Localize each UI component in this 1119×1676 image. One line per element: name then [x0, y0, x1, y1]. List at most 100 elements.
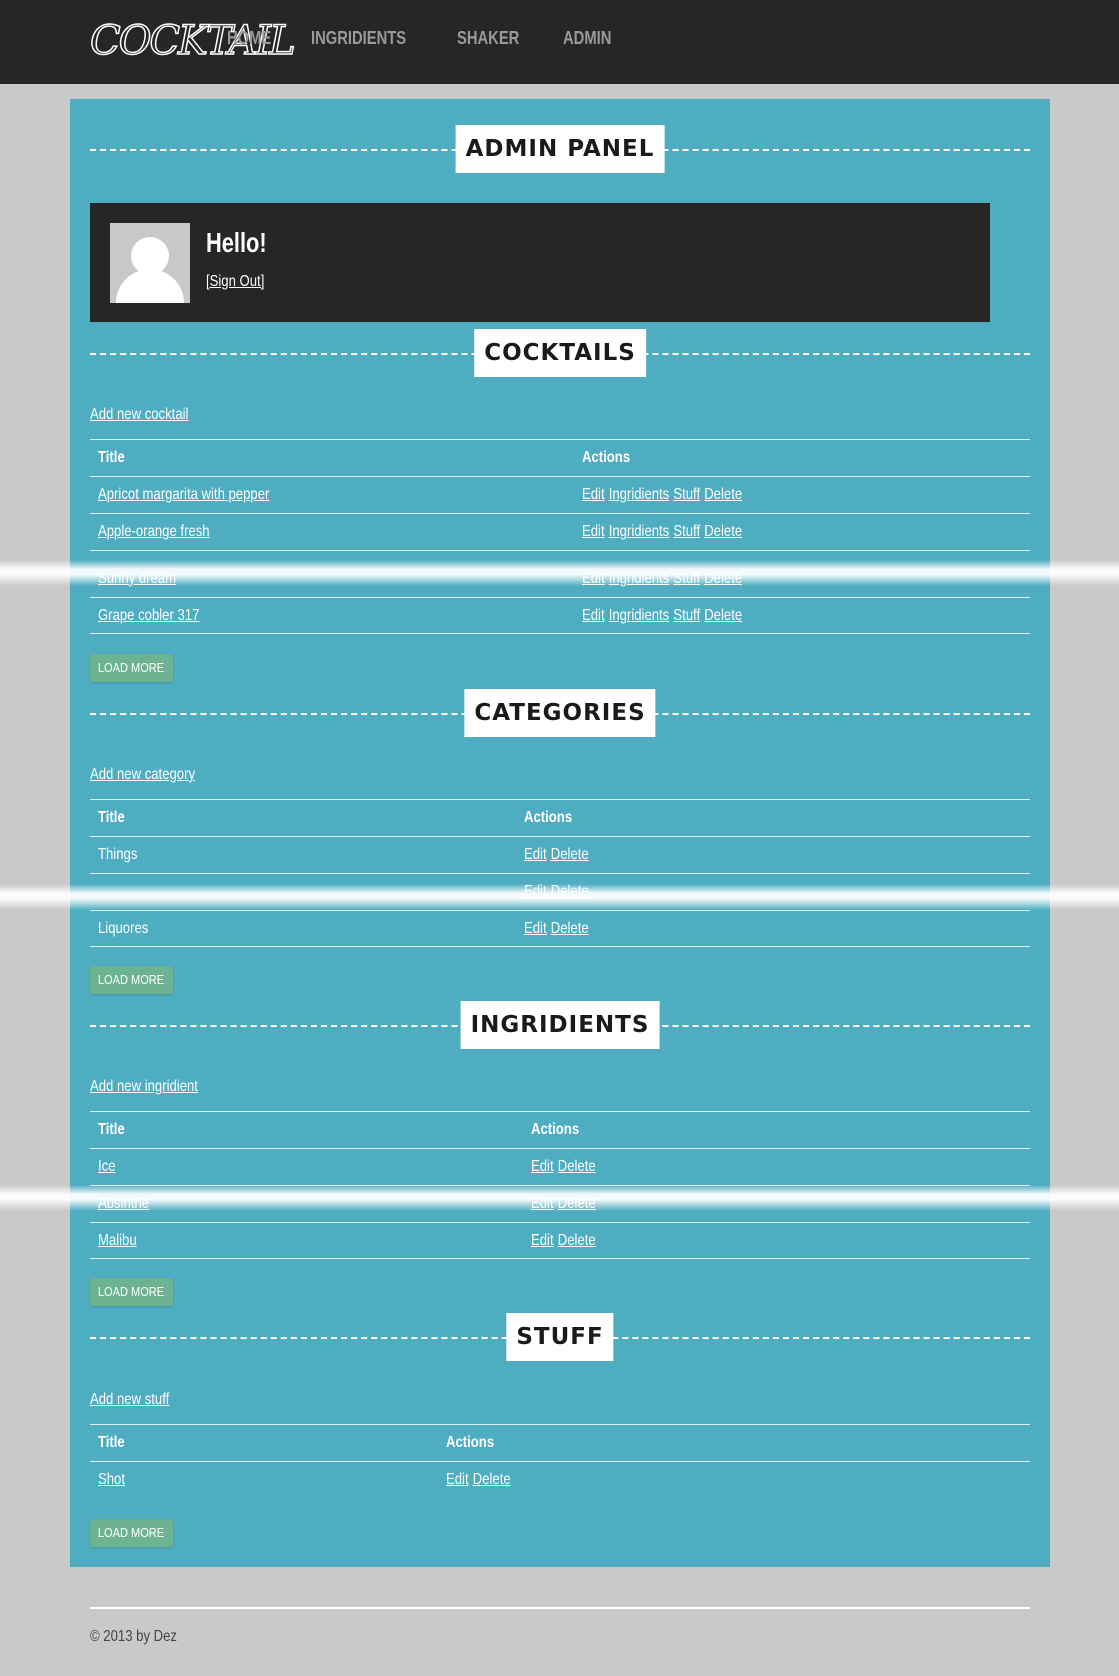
row-actions: Edit Ingridients Stuff Delete — [582, 477, 746, 513]
row-actions: Edit Delete — [524, 874, 593, 910]
table-header-row: Title Actions — [90, 1424, 1030, 1461]
edit-link[interactable]: Edit — [524, 883, 547, 900]
categories-table: Title Actions Things Edit Delete Edit Dele… — [90, 799, 1030, 947]
column-header-actions: Actions — [531, 1121, 580, 1138]
sign-out-link[interactable]: [Sign Out] — [206, 273, 264, 291]
cocktail-title-link[interactable]: Grape cobler 317 — [98, 598, 199, 634]
column-header-actions: Actions — [446, 1434, 495, 1451]
edit-link[interactable]: Edit — [446, 1471, 469, 1488]
delete-link[interactable]: Delete — [473, 1471, 511, 1488]
table-row: Edit Delete — [90, 873, 1030, 910]
edit-link[interactable]: Edit — [531, 1158, 554, 1175]
row-actions: Edit Ingridients Stuff Delete — [582, 514, 746, 550]
avatar-body-shape — [116, 269, 184, 303]
row-actions: Edit Delete — [531, 1149, 600, 1185]
delete-link[interactable]: Delete — [558, 1158, 596, 1175]
avatar — [110, 223, 190, 303]
section-heading-categories: CATEGORIES — [90, 689, 1030, 737]
edit-link[interactable]: Edit — [524, 846, 547, 863]
nav-link-shaker[interactable]: SHAKER — [457, 22, 519, 54]
stuff-table: Title Actions Shot Edit Delete — [90, 1424, 1030, 1498]
user-greeting-box: Hello! [Sign Out] — [90, 203, 990, 322]
delete-link[interactable]: Delete — [704, 486, 742, 503]
section-title: ADMIN PANEL — [455, 125, 665, 173]
delete-link[interactable]: Delete — [704, 607, 742, 624]
edit-link[interactable]: Edit — [531, 1232, 554, 1249]
admin-panel: ADMIN PANEL Hello! [Sign Out] COCKTAILS … — [70, 99, 1050, 1567]
footer-copyright: © 2013 by Dez — [90, 1628, 177, 1645]
edit-link[interactable]: Edit — [582, 607, 605, 624]
row-actions: Edit Ingridients Stuff Delete — [582, 561, 746, 597]
row-actions: Edit Delete — [531, 1223, 600, 1259]
delete-link[interactable]: Delete — [704, 570, 742, 587]
stuff-link[interactable]: Stuff — [673, 607, 700, 624]
column-header-title: Title — [98, 809, 125, 826]
add-stuff-link[interactable]: Add new stuff — [90, 1391, 169, 1409]
delete-link[interactable]: Delete — [558, 1232, 596, 1249]
section-title: STUFF — [506, 1313, 614, 1361]
load-more-cocktails-button[interactable]: LOAD MORE — [90, 654, 173, 682]
delete-link[interactable]: Delete — [704, 523, 742, 540]
stuff-link[interactable]: Stuff — [673, 570, 700, 587]
stuff-link[interactable]: Stuff — [673, 523, 700, 540]
section-heading-stuff: STUFF — [90, 1313, 1030, 1361]
nav-link-admin[interactable]: ADMIN — [563, 22, 611, 54]
ingridient-title-link[interactable]: Malibu — [98, 1223, 137, 1259]
top-navbar: COCKTAIL HOME INGRIDIENTS SHAKER ADMIN — [0, 0, 1119, 84]
ingridients-link[interactable]: Ingridients — [609, 486, 670, 503]
cocktail-title-link[interactable]: Apple-orange fresh — [98, 514, 210, 550]
delete-link[interactable]: Delete — [558, 1195, 596, 1212]
ingridients-table: Title Actions Ice Edit Delete Absinthe Ed… — [90, 1111, 1030, 1259]
button-label: LOAD MORE — [98, 972, 165, 987]
edit-link[interactable]: Edit — [582, 570, 605, 587]
delete-link[interactable]: Delete — [551, 920, 589, 937]
button-label: LOAD MORE — [98, 1525, 165, 1540]
delete-link[interactable]: Delete — [551, 846, 589, 863]
load-more-categories-button[interactable]: LOAD MORE — [90, 966, 173, 994]
column-header-title: Title — [98, 449, 125, 466]
row-actions: Edit Delete — [446, 1462, 515, 1498]
nav-link-home[interactable]: HOME — [227, 22, 271, 54]
table-row: Things Edit Delete — [90, 836, 1030, 873]
greeting-title: Hello! — [206, 227, 267, 258]
button-label: LOAD MORE — [98, 1284, 165, 1299]
ingridient-title-link[interactable]: Ice — [98, 1149, 116, 1185]
add-ingridient-link[interactable]: Add new ingridient — [90, 1078, 198, 1096]
button-label: LOAD MORE — [98, 660, 165, 675]
table-row: Grape cobler 317 Edit Ingridients Stuff Del… — [90, 597, 1030, 634]
table-header-row: Title Actions — [90, 799, 1030, 836]
table-row: Sunny dream Edit Ingridients Stuff Delete — [90, 550, 1030, 597]
section-title: CATEGORIES — [464, 689, 656, 737]
section-title: COCKTAILS — [474, 329, 646, 377]
table-row: Liquores Edit Delete — [90, 910, 1030, 947]
row-actions: Edit Delete — [531, 1186, 600, 1222]
edit-link[interactable]: Edit — [582, 523, 605, 540]
edit-link[interactable]: Edit — [531, 1195, 554, 1212]
ingridients-link[interactable]: Ingridients — [609, 523, 670, 540]
table-row: Apricot margarita with pepper Edit Ingrid… — [90, 476, 1030, 513]
cocktail-title-link[interactable]: Apricot margarita with pepper — [98, 477, 269, 513]
footer-divider — [90, 1607, 1030, 1609]
stuff-link[interactable]: Stuff — [673, 486, 700, 503]
column-header-title: Title — [98, 1434, 125, 1451]
stuff-title-link[interactable]: Shot — [98, 1462, 125, 1498]
delete-link[interactable]: Delete — [551, 883, 589, 900]
row-actions: Edit Ingridients Stuff Delete — [582, 598, 746, 634]
table-row: Shot Edit Delete — [90, 1461, 1030, 1498]
column-header-actions: Actions — [582, 449, 631, 466]
column-header-title: Title — [98, 1121, 125, 1138]
edit-link[interactable]: Edit — [582, 486, 605, 503]
nav-link-ingridients[interactable]: INGRIDIENTS — [311, 22, 406, 54]
ingridients-link[interactable]: Ingridients — [609, 607, 670, 624]
load-more-stuff-button[interactable]: LOAD MORE — [90, 1519, 173, 1547]
add-cocktail-link[interactable]: Add new cocktail — [90, 406, 188, 424]
edit-link[interactable]: Edit — [524, 920, 547, 937]
section-heading-ingridients: INGRIDIENTS — [90, 1001, 1030, 1049]
add-category-link[interactable]: Add new category — [90, 766, 195, 784]
ingridients-link[interactable]: Ingridients — [609, 570, 670, 587]
section-title: INGRIDIENTS — [460, 1001, 660, 1049]
load-more-ingridients-button[interactable]: LOAD MORE — [90, 1278, 173, 1306]
cocktail-title-link[interactable]: Sunny dream — [98, 561, 176, 597]
ingridient-title-link[interactable]: Absinthe — [98, 1186, 149, 1222]
table-header-row: Title Actions — [90, 1111, 1030, 1148]
